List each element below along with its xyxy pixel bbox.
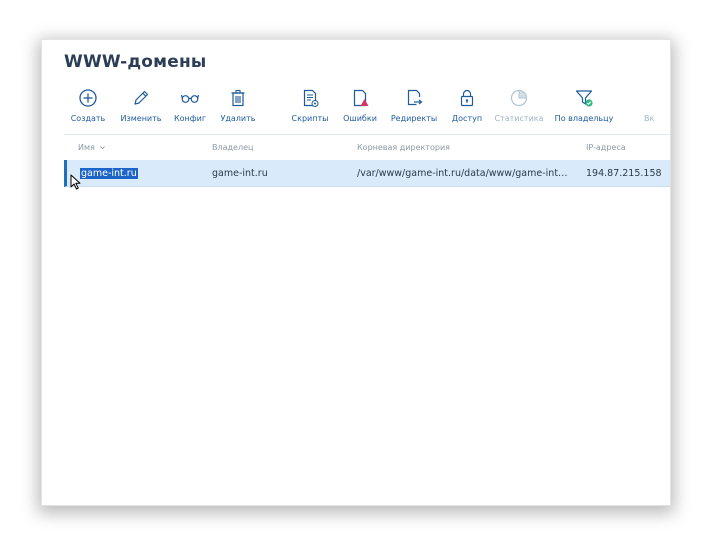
filter-check-icon xyxy=(575,90,593,107)
pie-chart-icon xyxy=(510,89,528,107)
cell-owner: game-int.ru xyxy=(212,168,268,179)
redirects-label: Редиректы xyxy=(390,114,438,123)
lock-icon xyxy=(460,89,474,107)
column-name-label: Имя xyxy=(78,143,95,152)
column-root-header[interactable]: Корневая директория xyxy=(357,135,450,161)
create-button[interactable]: Создать xyxy=(68,88,108,128)
column-owner-header[interactable]: Владелец xyxy=(212,135,253,161)
column-name-header[interactable]: Имя xyxy=(78,135,106,161)
create-label: Создать xyxy=(70,114,106,123)
redirects-button[interactable]: Редиректы xyxy=(386,88,442,128)
edit-label: Изменить xyxy=(120,114,162,123)
table-row[interactable]: game-int.ru game-int.ru /var/www/game-in… xyxy=(64,160,670,187)
delete-button[interactable]: Удалить xyxy=(218,88,258,128)
script-file-icon xyxy=(303,89,319,107)
mouse-pointer-icon xyxy=(70,174,81,190)
app-window: WWW-домены Создать Изменить Конфиг Удали… xyxy=(42,40,670,505)
trash-icon xyxy=(231,89,245,107)
scripts-label: Скрипты xyxy=(291,114,329,123)
page-title: WWW-домены xyxy=(64,52,207,72)
chevron-down-icon xyxy=(100,146,106,150)
errors-label: Ошибки xyxy=(343,114,377,123)
glasses-icon xyxy=(180,94,200,103)
by-owner-button[interactable]: По владельцу xyxy=(554,88,614,128)
config-button[interactable]: Конфиг xyxy=(170,88,210,128)
cell-ip: 194.87.215.158 xyxy=(586,168,662,179)
stats-button[interactable]: Статистика xyxy=(488,88,550,128)
access-label: Доступ xyxy=(451,114,483,123)
edit-button[interactable]: Изменить xyxy=(118,88,164,128)
column-ip-header[interactable]: IP-адреса xyxy=(586,135,626,161)
more-button[interactable]: Вк xyxy=(644,88,668,128)
cell-name-text: game-int.ru xyxy=(80,168,138,179)
pencil-icon xyxy=(134,90,149,105)
errors-button[interactable]: Ошибки xyxy=(338,88,382,128)
delete-label: Удалить xyxy=(220,114,256,123)
redirect-file-icon xyxy=(407,89,423,106)
plus-circle-icon xyxy=(79,89,97,107)
scripts-button[interactable]: Скрипты xyxy=(288,88,332,128)
stats-label: Статистика xyxy=(494,114,544,123)
access-button[interactable]: Доступ xyxy=(446,88,488,128)
more-label: Вк xyxy=(644,114,655,123)
by-owner-label: По владельцу xyxy=(554,114,614,123)
cell-name[interactable]: game-int.ru xyxy=(80,160,138,187)
config-label: Конфиг xyxy=(173,114,207,123)
cell-root: /var/www/game-int.ru/data/www/game-int… xyxy=(357,168,568,179)
error-file-icon xyxy=(353,89,369,107)
toolbar: Создать Изменить Конфиг Удалить Скрипты … xyxy=(42,88,670,128)
table-header: Имя Владелец Корневая директория IP-адре… xyxy=(64,134,670,161)
